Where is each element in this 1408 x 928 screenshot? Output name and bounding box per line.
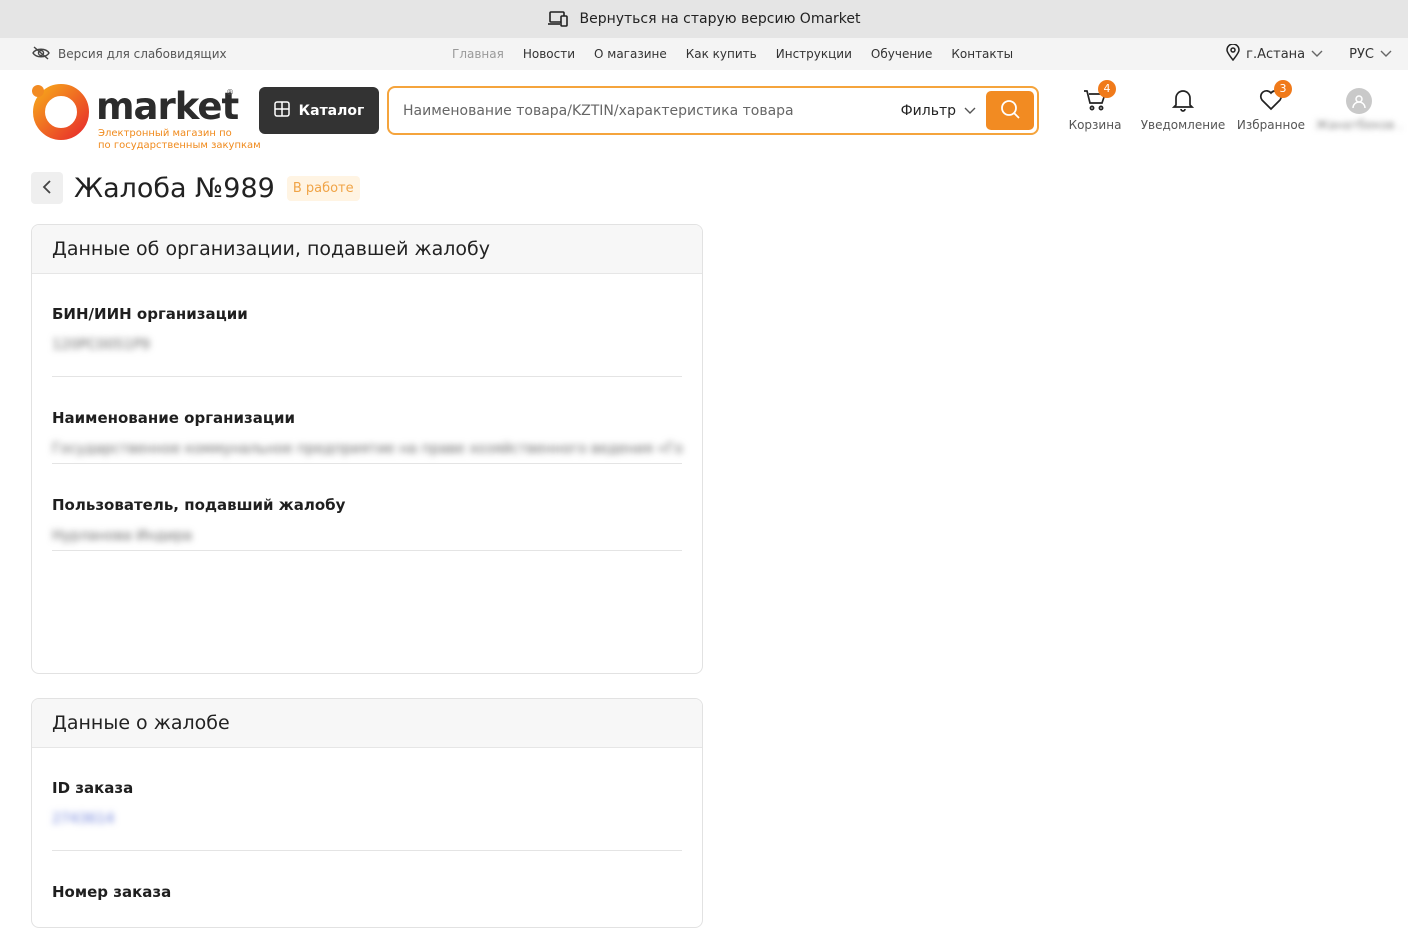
field-value: 120PC0051P9 — [52, 337, 150, 353]
logo-tagline-line2: по государственным закупкам — [98, 140, 261, 151]
low-vision-toggle[interactable]: Версия для слабовидящих — [32, 45, 227, 63]
search-input[interactable] — [389, 88, 901, 133]
field-value: Нурланова Индира — [52, 528, 193, 544]
field-org-name: Наименование организации Государственное… — [52, 377, 682, 464]
nav-news[interactable]: Новости — [523, 47, 575, 61]
city-selector[interactable]: г.Астана — [1226, 42, 1323, 65]
devices-icon — [547, 11, 569, 27]
organization-card: Данные об организации, подавшей жалобу Б… — [31, 224, 703, 674]
main-header: market ® Электронный магазин по по госуд… — [0, 70, 1408, 151]
cart-badge: 4 — [1098, 80, 1116, 98]
field-order-id: ID заказа 2743614 — [52, 748, 682, 851]
field-label: БИН/ИИН организации — [52, 305, 248, 323]
filter-dropdown[interactable]: Фильтр — [901, 103, 976, 119]
search-icon — [1000, 99, 1020, 123]
avatar — [1346, 88, 1372, 114]
search-bar: Фильтр — [387, 86, 1039, 135]
field-value: Государственное коммунальное предприятие… — [52, 441, 682, 457]
catalog-button[interactable]: Каталог — [259, 87, 379, 134]
notifications-button[interactable]: Уведомление — [1138, 86, 1228, 132]
logo-tagline-line1: Электронный магазин по — [98, 128, 232, 139]
complaint-card: Данные о жалобе ID заказа 2743614 Номер … — [31, 698, 703, 928]
order-id-link[interactable]: 2743614 — [52, 811, 682, 827]
chevron-left-icon — [42, 179, 52, 198]
city-label: г.Астана — [1246, 46, 1306, 62]
logo-word: market — [96, 85, 239, 128]
page-title: Жалоба №989 — [74, 172, 275, 204]
nav-home[interactable]: Главная — [452, 47, 504, 61]
utility-bar: Версия для слабовидящих Главная Новости … — [0, 38, 1408, 70]
nav-contacts[interactable]: Контакты — [951, 47, 1013, 61]
profile-name: Жанатбеков . — [1315, 118, 1403, 132]
eye-off-icon — [32, 45, 50, 63]
old-version-banner[interactable]: Вернуться на старую версию Omarket — [0, 0, 1408, 38]
cart-button[interactable]: 4 Корзина — [1050, 80, 1140, 132]
search-button[interactable] — [986, 91, 1034, 130]
organization-card-title: Данные об организации, подавшей жалобу — [32, 225, 702, 274]
favorites-label: Избранное — [1236, 118, 1306, 132]
top-nav: Главная Новости О магазине Как купить Ин… — [452, 38, 1013, 70]
field-label: Наименование организации — [52, 409, 296, 427]
nav-how-to-buy[interactable]: Как купить — [686, 47, 757, 61]
complaint-card-title: Данные о жалобе — [32, 699, 702, 748]
nav-instructions[interactable]: Инструкции — [776, 47, 852, 61]
nav-training[interactable]: Обучение — [871, 47, 932, 61]
omarket-logo[interactable]: market ® Электронный магазин по по госуд… — [30, 82, 261, 151]
back-button[interactable] — [31, 172, 63, 204]
filter-label: Фильтр — [900, 102, 956, 119]
field-label: Номер заказа — [52, 883, 172, 901]
chevron-down-icon — [1380, 47, 1392, 62]
low-vision-label: Версия для слабовидящих — [58, 47, 227, 61]
bell-icon — [1171, 88, 1195, 115]
field-label: ID заказа — [52, 779, 134, 797]
language-selector[interactable]: РУС — [1349, 47, 1392, 62]
location-pin-icon — [1226, 42, 1240, 65]
field-order-number: Номер заказа — [52, 851, 682, 927]
field-user: Пользователь, подавший жалобу Нурланова … — [52, 464, 682, 551]
field-label: Пользователь, подавший жалобу — [52, 496, 346, 514]
catalog-label: Каталог — [298, 102, 365, 119]
old-version-link[interactable]: Вернуться на старую версию Omarket — [579, 11, 860, 27]
grid-icon — [273, 100, 290, 121]
chevron-down-icon — [964, 103, 976, 119]
language-label: РУС — [1349, 46, 1374, 62]
cart-label: Корзина — [1068, 118, 1122, 132]
logo-registered: ® — [226, 88, 234, 97]
chevron-down-icon — [1311, 47, 1323, 62]
status-badge: В работе — [286, 175, 360, 201]
notifications-label: Уведомление — [1140, 118, 1226, 132]
logo-mark-icon — [32, 84, 89, 140]
logo-tagline: Электронный магазин по по государственны… — [98, 128, 261, 152]
nav-about[interactable]: О магазине — [594, 47, 667, 61]
profile-button[interactable]: Жанатбеков . — [1314, 86, 1404, 132]
page-header: Жалоба №989 В работе — [31, 170, 360, 206]
favorites-button[interactable]: 3 Избранное — [1226, 80, 1316, 132]
favorites-badge: 3 — [1274, 80, 1292, 98]
field-bin: БИН/ИИН организации 120PC0051P9 — [52, 274, 682, 377]
